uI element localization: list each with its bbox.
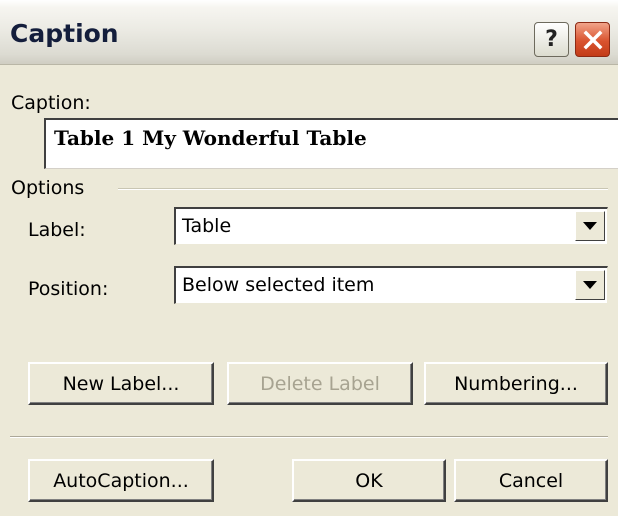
- label-field-label: Label:: [28, 219, 86, 241]
- footer-divider: [10, 436, 608, 438]
- numbering-button[interactable]: Numbering...: [424, 362, 608, 405]
- position-select-value: Below selected item: [182, 274, 375, 296]
- new-label-button[interactable]: New Label...: [28, 362, 214, 405]
- label-select[interactable]: Table: [174, 207, 608, 245]
- label-select-value: Table: [182, 215, 232, 237]
- autocaption-button[interactable]: AutoCaption...: [28, 459, 214, 502]
- chevron-down-icon: [583, 281, 597, 289]
- options-separator: [118, 188, 608, 190]
- help-button[interactable]: ?: [534, 22, 569, 57]
- close-icon: [583, 30, 602, 49]
- chevron-down-icon: [583, 222, 597, 230]
- delete-label-button[interactable]: Delete Label: [227, 362, 413, 405]
- cancel-button[interactable]: Cancel: [454, 459, 608, 502]
- window-title: Caption: [10, 19, 119, 48]
- position-field-label: Position:: [28, 278, 109, 300]
- help-icon: ?: [545, 27, 558, 52]
- label-dropdown-button[interactable]: [575, 211, 605, 241]
- ok-button[interactable]: OK: [292, 459, 446, 502]
- caption-input[interactable]: Table 1 My Wonderful Table: [44, 118, 618, 169]
- caption-label: Caption:: [11, 92, 91, 114]
- title-bar[interactable]: Caption ?: [0, 0, 618, 65]
- options-group-label: Options: [11, 177, 85, 199]
- position-dropdown-button[interactable]: [575, 270, 605, 300]
- position-select[interactable]: Below selected item: [174, 266, 608, 304]
- close-button[interactable]: [575, 22, 610, 57]
